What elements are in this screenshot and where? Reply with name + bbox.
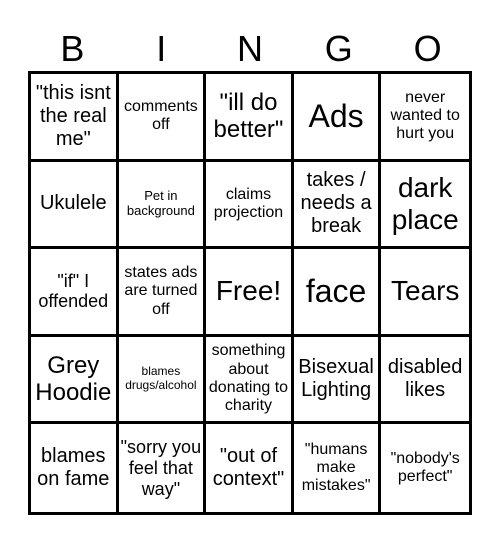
free-space[interactable]: Free! <box>206 249 294 337</box>
bingo-cell[interactable]: Grey Hoodie <box>31 336 119 425</box>
bingo-cell[interactable]: dark place <box>381 162 469 250</box>
bingo-cell[interactable]: "sorry you feel that way" <box>119 424 207 512</box>
header-letter-g: G <box>324 28 353 69</box>
bingo-cell[interactable]: Ads <box>293 74 382 162</box>
bingo-cell[interactable]: blames drugs/alcohol <box>118 336 207 425</box>
bingo-cell[interactable]: Ukulele <box>31 161 119 250</box>
bingo-cell[interactable]: claims projection <box>206 161 294 250</box>
bingo-cell[interactable]: "nobody's perfect" <box>381 424 469 512</box>
bingo-header: B I N G O <box>28 28 472 70</box>
bingo-cell[interactable]: never wanted to hurt you <box>381 74 469 162</box>
bingo-cell[interactable]: "out of context" <box>206 424 294 512</box>
bingo-cell[interactable]: states ads are turned off <box>118 249 207 337</box>
bingo-cell[interactable]: "if" I offended <box>31 249 119 337</box>
header-letter-i: I <box>156 28 167 69</box>
bingo-cell[interactable]: Bisexual Lighting <box>293 336 382 425</box>
bingo-cell[interactable]: takes / needs a break <box>293 161 382 250</box>
bingo-cell[interactable]: something about donating to charity <box>206 336 294 425</box>
bingo-cell[interactable]: "humans make mistakes" <box>294 424 382 512</box>
bingo-cell[interactable]: Pet in background <box>118 161 207 250</box>
bingo-cell[interactable]: comments off <box>118 74 207 162</box>
bingo-grid: "this isnt the real me" comments off "il… <box>28 71 472 515</box>
header-letter-n: N <box>236 28 263 69</box>
bingo-cell[interactable]: disabled likes <box>381 337 469 425</box>
header-letter-o: O <box>413 28 442 69</box>
bingo-cell[interactable]: "this isnt the real me" <box>31 74 119 162</box>
bingo-cell[interactable]: "ill do better" <box>206 74 294 162</box>
bingo-cell[interactable]: Tears <box>381 249 469 337</box>
bingo-cell[interactable]: face <box>293 249 382 337</box>
bingo-cell[interactable]: blames on fame <box>31 424 119 512</box>
header-letter-b: B <box>60 28 85 69</box>
